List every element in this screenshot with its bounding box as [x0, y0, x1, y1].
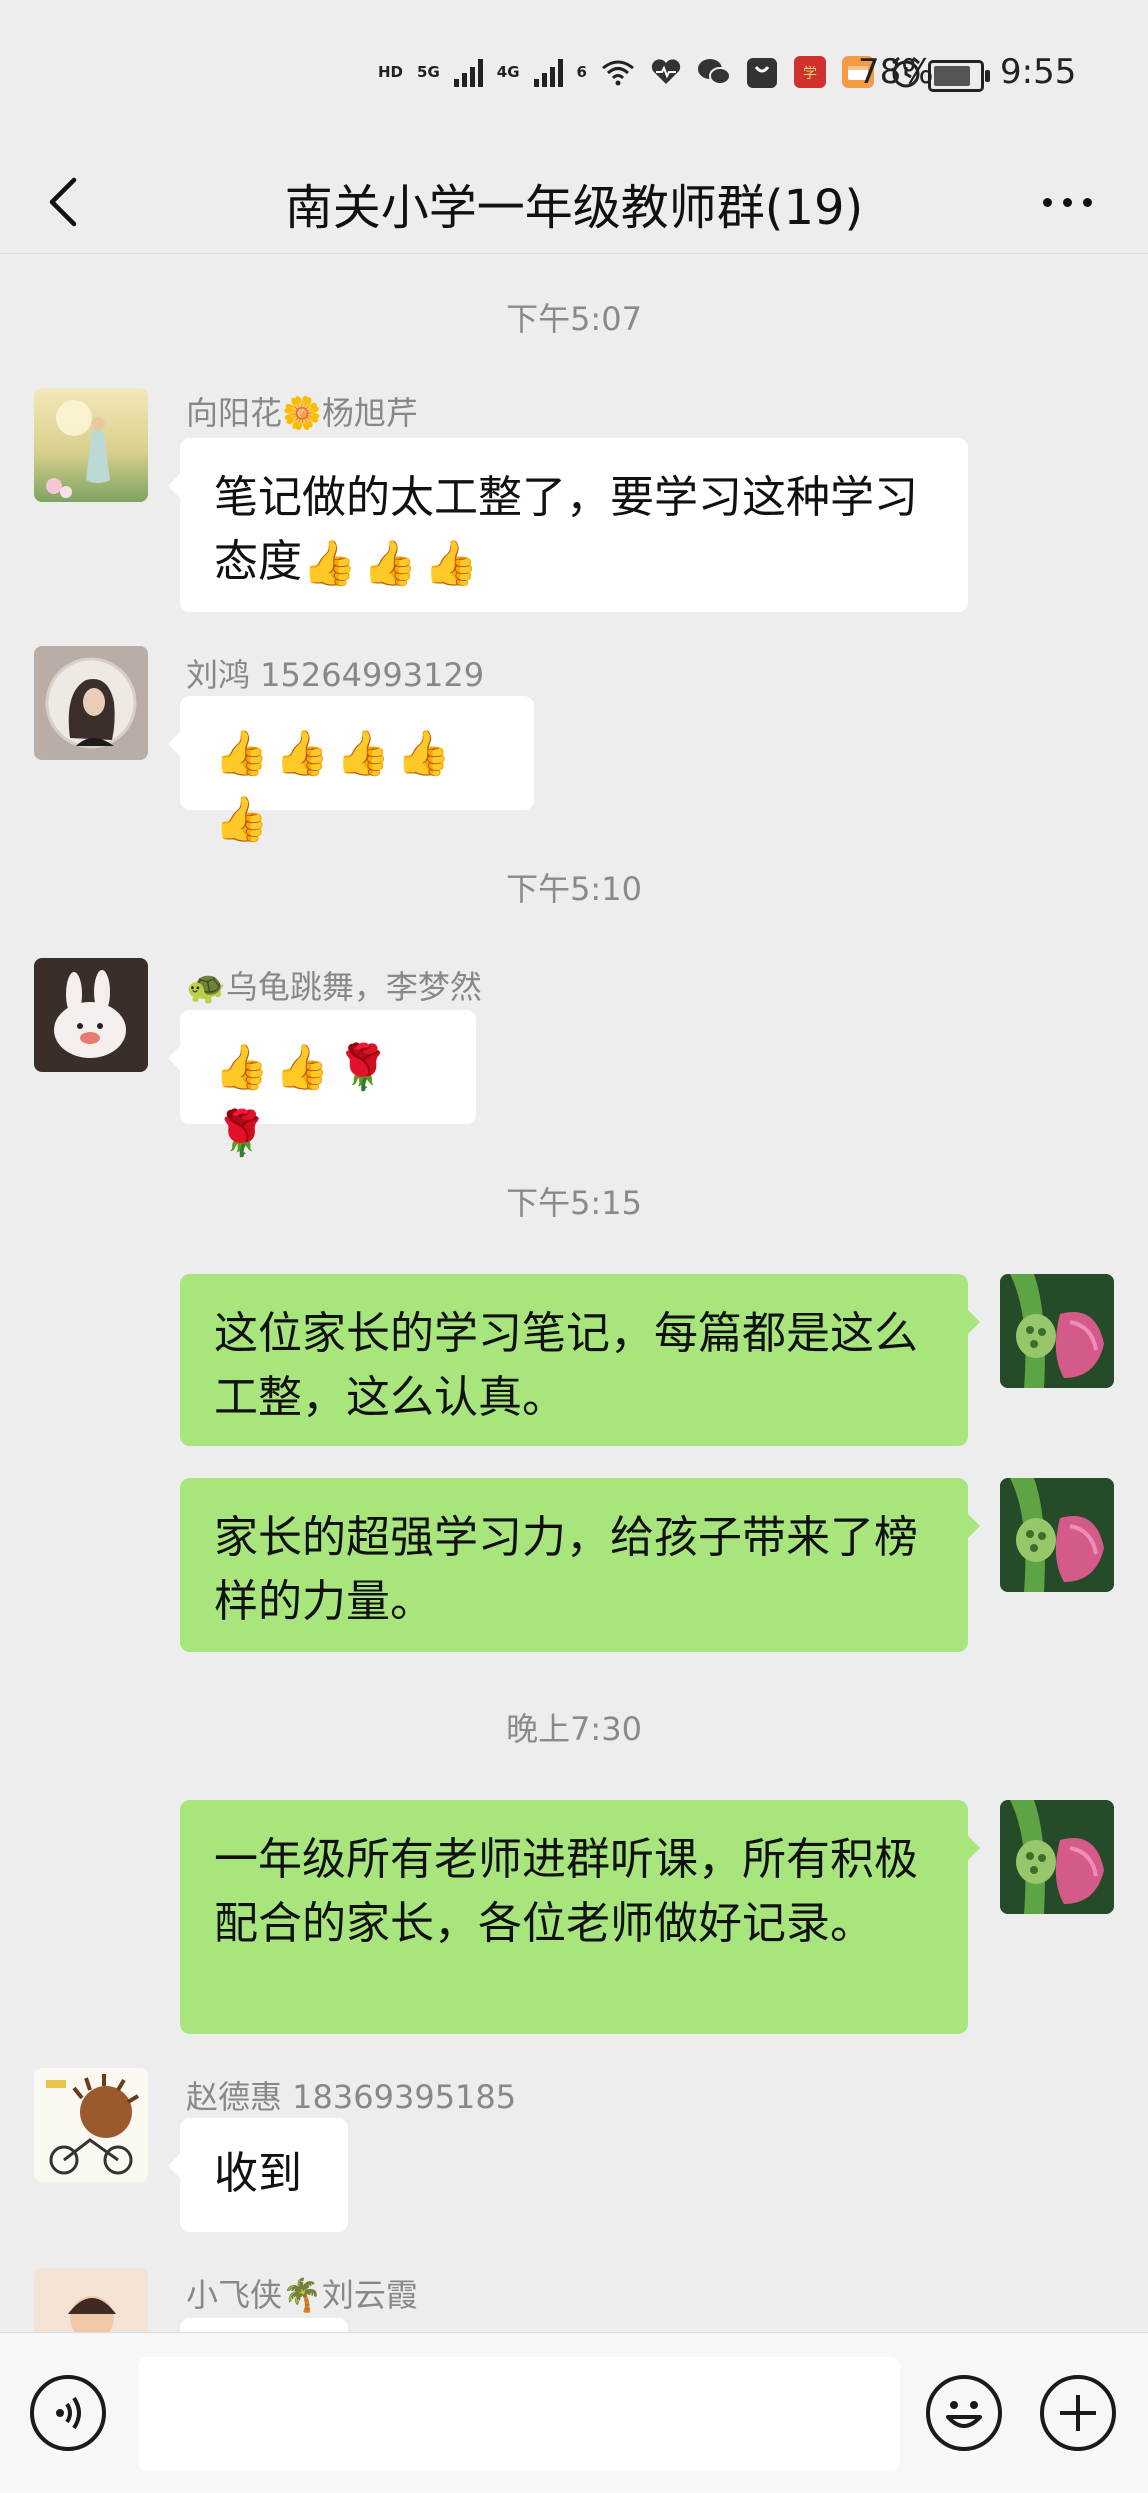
plus-icon[interactable]: [1040, 2375, 1116, 2451]
message-bubble-own[interactable]: 一年级所有老师进群听课，所有积极配合的家长，各位老师做好记录。: [180, 1800, 980, 2034]
signal-5g-icon: [453, 57, 483, 87]
message-bubble[interactable]: 笔记做的太工整了，要学习这种学习态度👍 👍 👍: [168, 438, 968, 612]
avatar[interactable]: [34, 958, 148, 1072]
hd-tag: HD: [378, 62, 404, 81]
timestamp: 下午5:07: [506, 300, 642, 338]
sender-name: 小飞侠🌴刘云霞: [186, 2276, 418, 2314]
chat-header: 南关小学一年级教师群(19): [0, 150, 1148, 254]
self-avatar[interactable]: [1000, 1800, 1114, 1914]
avatar[interactable]: [34, 2068, 148, 2182]
avatar[interactable]: [34, 646, 148, 760]
thumbs-up-emoji: 👍: [396, 728, 452, 779]
thumbs-up-emoji: 👍: [335, 728, 391, 779]
message-bubble[interactable]: 👍 👍 👍 👍👍: [168, 696, 534, 845]
message-list[interactable]: 下午5:07 向阳花🌼杨旭芹 笔记做的太工整了，要学习这种学习态度👍 👍 👍 刘鸿 …: [0, 254, 1148, 2332]
4g-tag: 4G: [496, 62, 520, 81]
message-text: 收到: [214, 2148, 302, 2199]
message-bubble-own[interactable]: 家长的超强学习力，给孩子带来了榜样的力量。: [180, 1478, 980, 1652]
svg-text:学: 学: [803, 66, 817, 82]
message-text: 家长的超强学习力，给孩子带来了榜样的力量。: [214, 1512, 918, 1627]
status-icons: HD 5G 4G 6 学: [378, 55, 923, 89]
thumbs-up-emoji: 👍: [214, 794, 269, 845]
battery-icon: [928, 60, 990, 92]
wifi-icon: [601, 55, 635, 89]
shopping-bag-icon: [745, 55, 779, 89]
thumbs-up-emoji: 👍: [214, 728, 269, 779]
wechat-icon: [697, 55, 731, 89]
message-bubble[interactable]: 👍 👍 🌹🌹: [168, 1010, 476, 1159]
page-title: 南关小学一年级教师群(19): [284, 180, 864, 236]
sender-name: 🐢乌龟跳舞，李梦然: [186, 968, 482, 1006]
message-input[interactable]: [138, 2357, 900, 2471]
sender-name: 刘鸿 15264993129: [186, 656, 485, 694]
thumbs-up-emoji: 👍: [302, 538, 357, 589]
message-bubble-own[interactable]: 这位家长的学习笔记，每篇都是这么工整，这么认真。: [180, 1274, 980, 1446]
wifi-6-tag: 6: [576, 62, 587, 81]
signal-4g-icon: [533, 57, 563, 87]
thumbs-up-emoji: 👍: [214, 1042, 269, 1093]
rose-emoji: 🌹: [335, 1042, 391, 1093]
5g-tag: 5G: [417, 62, 440, 81]
timestamp: 晚上7:30: [506, 1710, 642, 1748]
status-bar: HD 5G 4G 6 学 78% 9:55: [0, 0, 1148, 150]
sender-name: 赵德惠 18369395185: [186, 2078, 517, 2116]
thumbs-up-emoji: 👍: [362, 538, 418, 589]
battery-percent: 78%: [858, 52, 934, 92]
avatar[interactable]: [34, 388, 148, 502]
timestamp: 下午5:10: [506, 870, 642, 908]
rose-emoji: 🌹: [214, 1108, 269, 1159]
avatar[interactable]: [34, 2268, 148, 2332]
voice-input-icon[interactable]: [30, 2375, 106, 2451]
input-bar: [0, 2332, 1148, 2493]
self-avatar[interactable]: [1000, 1274, 1114, 1388]
study-app-icon: 学: [793, 55, 827, 89]
health-heart-icon: [649, 55, 683, 89]
message-text: 一年级所有老师进群听课，所有积极配合的家长，各位老师做好记录。: [214, 1834, 918, 1949]
self-avatar[interactable]: [1000, 1478, 1114, 1592]
sender-name: 向阳花🌼杨旭芹: [186, 394, 418, 432]
message-bubble[interactable]: [180, 2318, 348, 2332]
thumbs-up-emoji: 👍: [274, 1042, 330, 1093]
timestamp: 下午5:15: [506, 1184, 642, 1222]
message-bubble[interactable]: 收到: [168, 2118, 348, 2232]
more-dots-icon[interactable]: [1032, 180, 1102, 224]
clock: 9:55: [1000, 52, 1077, 92]
thumbs-up-emoji: 👍: [274, 728, 330, 779]
message-text: 这位家长的学习笔记，每篇都是这么工整，这么认真。: [214, 1308, 918, 1423]
thumbs-up-emoji: 👍: [423, 538, 479, 589]
emoji-icon[interactable]: [926, 2375, 1002, 2451]
